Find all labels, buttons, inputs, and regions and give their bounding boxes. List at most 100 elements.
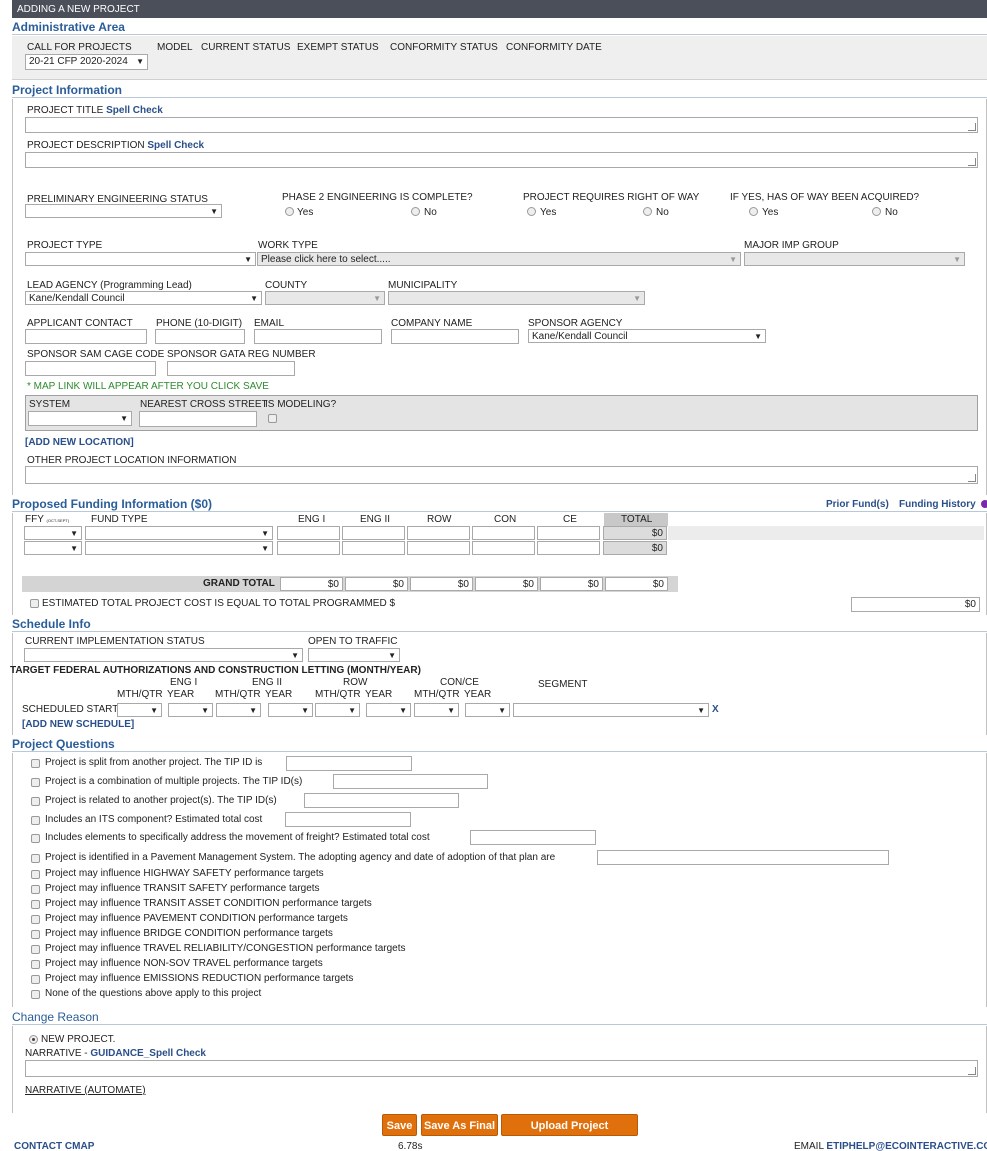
- add-new-location-link[interactable]: [ADD NEW LOCATION]: [25, 437, 134, 449]
- save-as-final-button[interactable]: Save As Final: [421, 1114, 498, 1136]
- prior-funds-link[interactable]: Prior Fund(s): [826, 499, 889, 511]
- ce-input-2[interactable]: [537, 541, 600, 555]
- eng2-mth-select[interactable]: ▼: [216, 703, 261, 717]
- applicant-contact-input[interactable]: [25, 329, 147, 344]
- sponsor-agency-select[interactable]: Kane/Kendall Council ▼: [528, 329, 766, 343]
- row-year-select[interactable]: ▼: [366, 703, 411, 717]
- call-for-projects-select[interactable]: 20-21 CFP 2020-2024 ▼: [25, 54, 148, 70]
- label-project-description: PROJECT DESCRIPTION Spell Check: [27, 140, 204, 152]
- contact-cmap-link[interactable]: CONTACT CMAP: [14, 1141, 94, 1151]
- lead-agency-select[interactable]: Kane/Kendall Council ▼: [25, 291, 262, 305]
- con-year-select[interactable]: ▼: [465, 703, 510, 717]
- project-title-input[interactable]: [25, 117, 978, 133]
- eng1-year-select[interactable]: ▼: [168, 703, 213, 717]
- chevron-down-icon: ▼: [729, 255, 737, 264]
- eng1-input-2[interactable]: [277, 541, 340, 555]
- its-cost-input[interactable]: [285, 812, 411, 827]
- split-tip-id-input[interactable]: [286, 756, 412, 771]
- spell-check-title-link[interactable]: Spell Check: [106, 105, 163, 116]
- question-checkbox-11[interactable]: [31, 930, 40, 939]
- question-checkbox-12[interactable]: [31, 945, 40, 954]
- gata-reg-number-input[interactable]: [167, 361, 295, 376]
- other-location-input[interactable]: [25, 466, 978, 484]
- related-tip-ids-input[interactable]: [304, 793, 459, 808]
- guidance-link[interactable]: GUIDANCE: [90, 1048, 143, 1059]
- question-checkbox-14[interactable]: [31, 975, 40, 984]
- question-label-8: Project may influence TRANSIT SAFETY per…: [45, 883, 320, 894]
- fund-type-select-1[interactable]: ▼: [85, 526, 273, 540]
- open-to-traffic-select[interactable]: ▼: [308, 648, 400, 662]
- estimated-cost-checkbox[interactable]: [30, 599, 39, 608]
- row-mth-select[interactable]: ▼: [315, 703, 360, 717]
- upload-documents-button[interactable]: Upload Project Documents: [501, 1114, 638, 1151]
- question-checkbox-3[interactable]: [31, 797, 40, 806]
- major-imp-group-select[interactable]: ▼: [744, 252, 965, 266]
- question-checkbox-5[interactable]: [31, 834, 40, 843]
- question-checkbox-2[interactable]: [31, 778, 40, 787]
- row-no-radio[interactable]: [643, 207, 652, 216]
- question-checkbox-10[interactable]: [31, 915, 40, 924]
- eng2-year-select[interactable]: ▼: [268, 703, 313, 717]
- work-type-select[interactable]: Please click here to select..... ▼: [257, 252, 741, 266]
- col-con: CON: [494, 514, 517, 525]
- question-checkbox-1[interactable]: [31, 759, 40, 768]
- ce-input-1[interactable]: [537, 526, 600, 540]
- map-link-note: * MAP LINK WILL APPEAR AFTER YOU CLICK S…: [27, 381, 269, 392]
- funding-history-link[interactable]: Funding History: [899, 499, 976, 511]
- question-checkbox-8[interactable]: [31, 885, 40, 894]
- row-input-1[interactable]: [407, 526, 470, 540]
- question-checkbox-9[interactable]: [31, 900, 40, 909]
- chevron-down-icon: ▼: [373, 294, 381, 303]
- municipality-select[interactable]: ▼: [388, 291, 645, 305]
- freight-cost-input[interactable]: [470, 830, 596, 845]
- row-acquired-yes-radio[interactable]: [749, 207, 758, 216]
- narrative-automate-link[interactable]: NARRATIVE (AUTOMATE): [25, 1085, 146, 1097]
- project-type-select[interactable]: ▼: [25, 252, 256, 266]
- scheduled-start-label: SCHEDULED START: [22, 704, 119, 715]
- new-project-radio[interactable]: [29, 1035, 38, 1044]
- phase2-no-radio[interactable]: [411, 207, 420, 216]
- spell-check-narrative-link[interactable]: Spell Check: [149, 1048, 206, 1059]
- sam-cage-code-input[interactable]: [25, 361, 156, 376]
- question-checkbox-15[interactable]: [31, 990, 40, 999]
- spell-check-description-link[interactable]: Spell Check: [147, 140, 204, 151]
- con-input-1[interactable]: [472, 526, 535, 540]
- combination-tip-ids-input[interactable]: [333, 774, 488, 789]
- company-name-input[interactable]: [391, 329, 519, 344]
- row-acquired-no-radio[interactable]: [872, 207, 881, 216]
- question-checkbox-4[interactable]: [31, 816, 40, 825]
- pe-status-select[interactable]: ▼: [25, 204, 222, 218]
- nearest-cross-street-input[interactable]: [139, 411, 257, 427]
- system-select[interactable]: ▼: [28, 411, 132, 426]
- question-checkbox-6[interactable]: [31, 854, 40, 863]
- eng2-input-2[interactable]: [342, 541, 405, 555]
- phase2-yes-radio[interactable]: [285, 207, 294, 216]
- ffy-select-1[interactable]: ▼: [24, 526, 82, 540]
- email-input[interactable]: [254, 329, 382, 344]
- save-button[interactable]: Save: [382, 1114, 417, 1136]
- narrative-input[interactable]: [25, 1060, 978, 1077]
- con-input-2[interactable]: [472, 541, 535, 555]
- estimated-cost-input[interactable]: $0: [851, 597, 980, 612]
- project-description-input[interactable]: [25, 152, 978, 168]
- county-select[interactable]: ▼: [265, 291, 385, 305]
- label-call-for-projects: CALL FOR PROJECTS: [27, 42, 132, 53]
- question-checkbox-13[interactable]: [31, 960, 40, 969]
- eng1-input-1[interactable]: [277, 526, 340, 540]
- fund-type-select-2[interactable]: ▼: [85, 541, 273, 555]
- eng2-input-1[interactable]: [342, 526, 405, 540]
- phone-input[interactable]: [155, 329, 245, 344]
- con-mth-select[interactable]: ▼: [414, 703, 459, 717]
- row-input-2[interactable]: [407, 541, 470, 555]
- is-modeling-checkbox[interactable]: [268, 414, 277, 423]
- footer-email-link[interactable]: ETIPHELP@ECOINTERACTIVE.COM: [826, 1141, 987, 1151]
- row-yes-radio[interactable]: [527, 207, 536, 216]
- add-new-schedule-link[interactable]: [ADD NEW SCHEDULE]: [22, 719, 134, 731]
- implementation-status-select[interactable]: ▼: [24, 648, 303, 662]
- question-checkbox-7[interactable]: [31, 870, 40, 879]
- eng1-mth-select[interactable]: ▼: [117, 703, 162, 717]
- remove-schedule-button[interactable]: X: [712, 704, 719, 716]
- pavement-plan-input[interactable]: [597, 850, 889, 865]
- segment-select[interactable]: ▼: [513, 703, 709, 717]
- ffy-select-2[interactable]: ▼: [24, 541, 82, 555]
